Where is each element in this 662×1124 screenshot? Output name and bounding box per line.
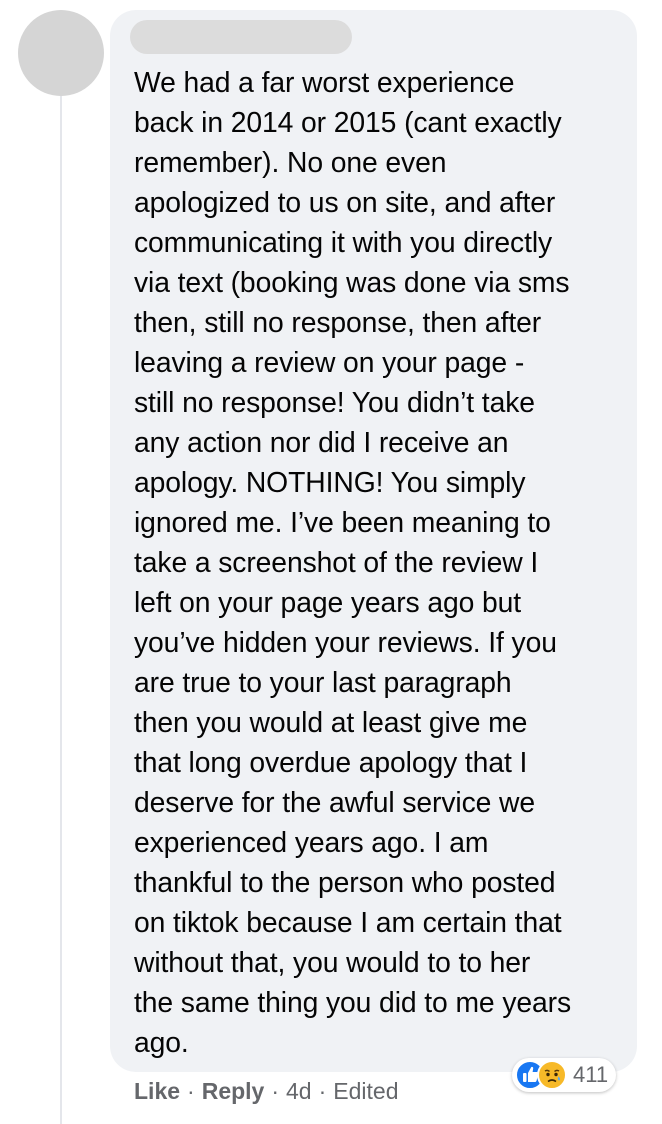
comment-line: ignored me. I’ve been meaning to xyxy=(134,506,551,538)
comment-line: remember). No one even xyxy=(134,146,447,178)
sad-icon xyxy=(537,1060,567,1090)
comment-line: without that, you would to to her xyxy=(134,946,531,978)
comment-line: take a screenshot of the review I xyxy=(134,546,539,578)
comment-line: experienced years ago. I am xyxy=(134,826,489,858)
avatar[interactable] xyxy=(18,10,104,96)
comment-actions: Like · Reply · 4d · Edited xyxy=(134,1074,399,1108)
comment-bubble: We had a far worst experience back in 20… xyxy=(110,10,637,1072)
comment-line: are true to your last paragraph xyxy=(134,666,512,698)
timestamp[interactable]: 4d xyxy=(286,1078,312,1105)
author-name-redacted[interactable] xyxy=(130,20,352,54)
comment-line: you’ve hidden your reviews. If you xyxy=(134,626,557,658)
separator: · xyxy=(318,1077,327,1104)
reaction-count: 411 xyxy=(573,1062,609,1087)
separator: · xyxy=(271,1077,280,1104)
comment-line: deserve for the awful service we xyxy=(134,786,535,818)
comment-line: thankful to the person who posted xyxy=(134,866,556,898)
thread-line xyxy=(60,96,62,1124)
comment-text: We had a far worst experience back in 20… xyxy=(134,62,624,1062)
like-button[interactable]: Like xyxy=(134,1078,180,1105)
comment-line: ago. xyxy=(134,1026,189,1058)
comment-line: leaving a review on your page - xyxy=(134,346,525,378)
comment-line: that long overdue apology that I xyxy=(134,746,528,778)
comment-line: left on your page years ago but xyxy=(134,586,522,618)
comment-line: still no response! You didn’t take xyxy=(134,386,535,418)
comment-line: via text (booking was done via sms xyxy=(134,266,570,298)
comment-line: on tiktok because I am certain that xyxy=(134,906,562,938)
comment-line: apology. NOTHING! You simply xyxy=(134,466,526,498)
comment-line: then, still no response, then after xyxy=(134,306,542,338)
comment-line: back in 2014 or 2015 (cant exactly xyxy=(134,106,562,138)
comment-line: the same thing you did to me years xyxy=(134,986,572,1018)
reply-button[interactable]: Reply xyxy=(202,1078,265,1105)
edited-label[interactable]: Edited xyxy=(333,1078,398,1105)
separator: · xyxy=(187,1077,195,1104)
comment-line: any action nor did I receive an xyxy=(134,426,509,458)
comment-line: then you would at least give me xyxy=(134,706,528,738)
reactions-summary[interactable]: 411 xyxy=(512,1058,617,1092)
comment-line: We had a far worst experience xyxy=(134,66,515,98)
comment-line: apologized to us on site, and after xyxy=(134,186,556,218)
comment-line: communicating it with you directly xyxy=(134,226,553,258)
